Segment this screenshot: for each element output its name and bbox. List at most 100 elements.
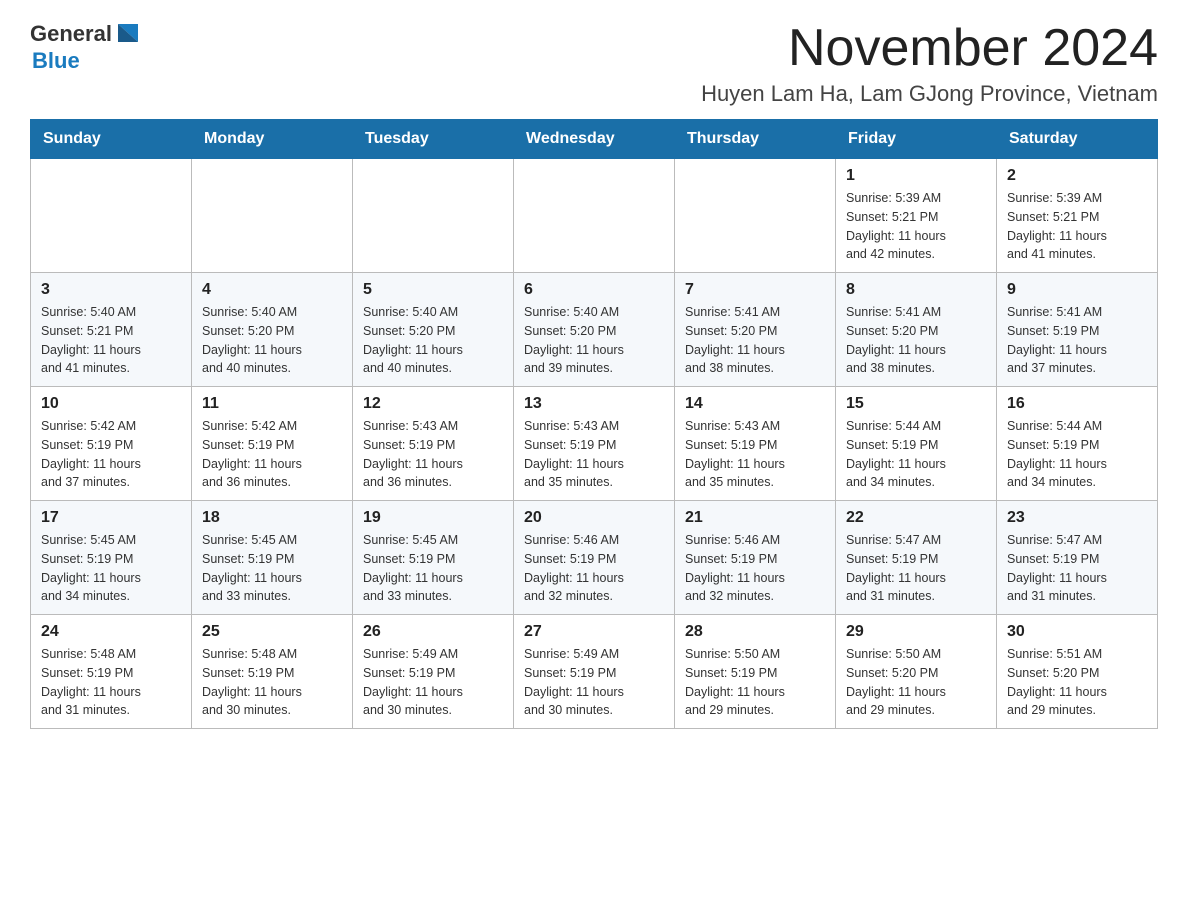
day-number: 15: [846, 395, 986, 413]
week-row-2: 3 Sunrise: 5:40 AMSunset: 5:21 PMDaylight…: [31, 273, 1158, 387]
day-number: 19: [363, 509, 503, 527]
day-number: 14: [685, 395, 825, 413]
calendar-cell: 6 Sunrise: 5:40 AMSunset: 5:20 PMDaylight…: [514, 273, 675, 387]
week-row-4: 17Sunrise: 5:45 AMSunset: 5:19 PMDayligh…: [31, 501, 1158, 615]
day-number: 23: [1007, 509, 1147, 527]
day-info: Sunrise: 5:45 AMSunset: 5:19 PMDaylight:…: [363, 531, 503, 606]
calendar-cell: [514, 159, 675, 273]
logo-icon: [114, 20, 142, 48]
day-number: 13: [524, 395, 664, 413]
day-number: 2: [1007, 167, 1147, 185]
day-number: 9: [1007, 281, 1147, 299]
calendar-cell: 21 Sunrise: 5:46 AMSunset: 5:19 PMDayligh…: [675, 501, 836, 615]
day-number: 21: [685, 509, 825, 527]
day-info: Sunrise: 5:40 AMSunset: 5:20 PMDaylight:…: [202, 303, 342, 378]
calendar-cell: 11Sunrise: 5:42 AMSunset: 5:19 PMDayligh…: [192, 387, 353, 501]
day-info: Sunrise: 5:46 AMSunset: 5:19 PMDaylight:…: [685, 531, 825, 606]
day-info: Sunrise: 5:49 AMSunset: 5:19 PMDaylight:…: [524, 645, 664, 720]
day-info: Sunrise: 5:41 AMSunset: 5:19 PMDaylight:…: [1007, 303, 1147, 378]
day-number: 4: [202, 281, 342, 299]
day-number: 24: [41, 623, 181, 641]
calendar-cell: 4 Sunrise: 5:40 AMSunset: 5:20 PMDaylight…: [192, 273, 353, 387]
calendar-cell: 14 Sunrise: 5:43 AMSunset: 5:19 PMDayligh…: [675, 387, 836, 501]
subtitle: Huyen Lam Ha, Lam GJong Province, Vietna…: [701, 81, 1158, 107]
day-header-monday: Monday: [192, 120, 353, 159]
calendar-cell: 24 Sunrise: 5:48 AMSunset: 5:19 PMDayligh…: [31, 615, 192, 729]
day-info: Sunrise: 5:39 AMSunset: 5:21 PMDaylight:…: [1007, 189, 1147, 264]
calendar-cell: 12Sunrise: 5:43 AMSunset: 5:19 PMDayligh…: [353, 387, 514, 501]
calendar-cell: 23 Sunrise: 5:47 AMSunset: 5:19 PMDayligh…: [997, 501, 1158, 615]
day-info: Sunrise: 5:48 AMSunset: 5:19 PMDaylight:…: [41, 645, 181, 720]
day-number: 30: [1007, 623, 1147, 641]
calendar-header-row: SundayMondayTuesdayWednesdayThursdayFrid…: [31, 120, 1158, 159]
day-info: Sunrise: 5:46 AMSunset: 5:19 PMDaylight:…: [524, 531, 664, 606]
day-header-thursday: Thursday: [675, 120, 836, 159]
day-info: Sunrise: 5:43 AMSunset: 5:19 PMDaylight:…: [363, 417, 503, 492]
day-info: Sunrise: 5:39 AMSunset: 5:21 PMDaylight:…: [846, 189, 986, 264]
logo-blue-text: Blue: [32, 48, 80, 74]
week-row-3: 10Sunrise: 5:42 AMSunset: 5:19 PMDayligh…: [31, 387, 1158, 501]
day-info: Sunrise: 5:40 AMSunset: 5:21 PMDaylight:…: [41, 303, 181, 378]
day-number: 26: [363, 623, 503, 641]
day-header-saturday: Saturday: [997, 120, 1158, 159]
calendar-cell: 26Sunrise: 5:49 AMSunset: 5:19 PMDayligh…: [353, 615, 514, 729]
day-info: Sunrise: 5:51 AMSunset: 5:20 PMDaylight:…: [1007, 645, 1147, 720]
calendar-cell: 10Sunrise: 5:42 AMSunset: 5:19 PMDayligh…: [31, 387, 192, 501]
day-number: 22: [846, 509, 986, 527]
title-block: November 2024 Huyen Lam Ha, Lam GJong Pr…: [701, 20, 1158, 107]
day-info: Sunrise: 5:45 AMSunset: 5:19 PMDaylight:…: [41, 531, 181, 606]
calendar-cell: 8Sunrise: 5:41 AMSunset: 5:20 PMDaylight…: [836, 273, 997, 387]
day-info: Sunrise: 5:43 AMSunset: 5:19 PMDaylight:…: [685, 417, 825, 492]
page-header: General Blue November 2024 Huyen Lam Ha,…: [30, 20, 1158, 107]
calendar-cell: 9 Sunrise: 5:41 AMSunset: 5:19 PMDaylight…: [997, 273, 1158, 387]
day-info: Sunrise: 5:44 AMSunset: 5:19 PMDaylight:…: [846, 417, 986, 492]
calendar-cell: 28 Sunrise: 5:50 AMSunset: 5:19 PMDayligh…: [675, 615, 836, 729]
day-number: 3: [41, 281, 181, 299]
calendar-cell: 20Sunrise: 5:46 AMSunset: 5:19 PMDayligh…: [514, 501, 675, 615]
day-info: Sunrise: 5:48 AMSunset: 5:19 PMDaylight:…: [202, 645, 342, 720]
calendar-cell: 3 Sunrise: 5:40 AMSunset: 5:21 PMDaylight…: [31, 273, 192, 387]
calendar-cell: 25 Sunrise: 5:48 AMSunset: 5:19 PMDayligh…: [192, 615, 353, 729]
day-number: 27: [524, 623, 664, 641]
day-number: 1: [846, 167, 986, 185]
day-number: 25: [202, 623, 342, 641]
week-row-1: 1 Sunrise: 5:39 AMSunset: 5:21 PMDaylight…: [31, 159, 1158, 273]
day-header-friday: Friday: [836, 120, 997, 159]
calendar-cell: 7Sunrise: 5:41 AMSunset: 5:20 PMDaylight…: [675, 273, 836, 387]
day-header-sunday: Sunday: [31, 120, 192, 159]
calendar-cell: [31, 159, 192, 273]
calendar-cell: 15 Sunrise: 5:44 AMSunset: 5:19 PMDayligh…: [836, 387, 997, 501]
day-number: 6: [524, 281, 664, 299]
day-info: Sunrise: 5:40 AMSunset: 5:20 PMDaylight:…: [363, 303, 503, 378]
day-number: 5: [363, 281, 503, 299]
calendar-cell: 22 Sunrise: 5:47 AMSunset: 5:19 PMDayligh…: [836, 501, 997, 615]
calendar-table: SundayMondayTuesdayWednesdayThursdayFrid…: [30, 119, 1158, 729]
day-info: Sunrise: 5:50 AMSunset: 5:19 PMDaylight:…: [685, 645, 825, 720]
day-info: Sunrise: 5:41 AMSunset: 5:20 PMDaylight:…: [685, 303, 825, 378]
calendar-cell: [353, 159, 514, 273]
day-info: Sunrise: 5:50 AMSunset: 5:20 PMDaylight:…: [846, 645, 986, 720]
calendar-cell: 27 Sunrise: 5:49 AMSunset: 5:19 PMDayligh…: [514, 615, 675, 729]
day-info: Sunrise: 5:43 AMSunset: 5:19 PMDaylight:…: [524, 417, 664, 492]
calendar-cell: 18Sunrise: 5:45 AMSunset: 5:19 PMDayligh…: [192, 501, 353, 615]
day-info: Sunrise: 5:47 AMSunset: 5:19 PMDaylight:…: [846, 531, 986, 606]
day-info: Sunrise: 5:41 AMSunset: 5:20 PMDaylight:…: [846, 303, 986, 378]
calendar-cell: [192, 159, 353, 273]
day-number: 28: [685, 623, 825, 641]
day-info: Sunrise: 5:42 AMSunset: 5:19 PMDaylight:…: [202, 417, 342, 492]
calendar-cell: 16Sunrise: 5:44 AMSunset: 5:19 PMDayligh…: [997, 387, 1158, 501]
day-info: Sunrise: 5:42 AMSunset: 5:19 PMDaylight:…: [41, 417, 181, 492]
week-row-5: 24 Sunrise: 5:48 AMSunset: 5:19 PMDayligh…: [31, 615, 1158, 729]
day-info: Sunrise: 5:45 AMSunset: 5:19 PMDaylight:…: [202, 531, 342, 606]
calendar-cell: 29 Sunrise: 5:50 AMSunset: 5:20 PMDayligh…: [836, 615, 997, 729]
logo: General Blue: [30, 20, 142, 74]
calendar-cell: 5 Sunrise: 5:40 AMSunset: 5:20 PMDaylight…: [353, 273, 514, 387]
month-title: November 2024: [701, 20, 1158, 77]
calendar-cell: 30 Sunrise: 5:51 AMSunset: 5:20 PMDayligh…: [997, 615, 1158, 729]
calendar-cell: 13 Sunrise: 5:43 AMSunset: 5:19 PMDayligh…: [514, 387, 675, 501]
day-number: 29: [846, 623, 986, 641]
day-info: Sunrise: 5:40 AMSunset: 5:20 PMDaylight:…: [524, 303, 664, 378]
calendar-cell: 17Sunrise: 5:45 AMSunset: 5:19 PMDayligh…: [31, 501, 192, 615]
day-info: Sunrise: 5:47 AMSunset: 5:19 PMDaylight:…: [1007, 531, 1147, 606]
day-header-tuesday: Tuesday: [353, 120, 514, 159]
